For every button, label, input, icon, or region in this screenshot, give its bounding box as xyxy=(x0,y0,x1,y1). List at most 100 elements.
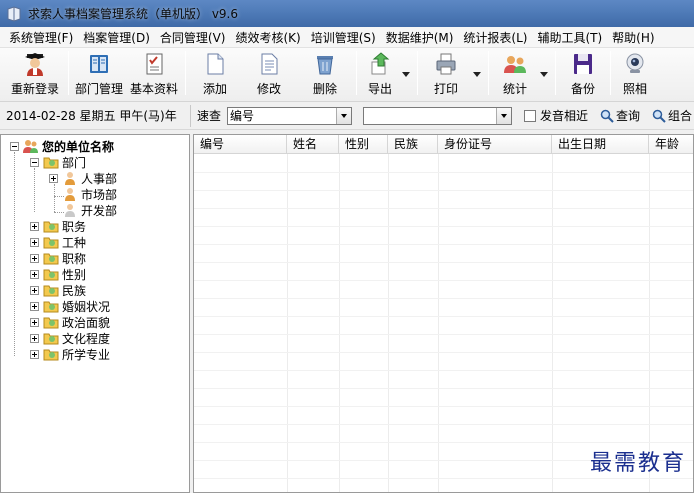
column-header[interactable]: 出生日期 xyxy=(552,135,649,154)
printer-icon xyxy=(432,51,460,77)
column-header[interactable]: 年龄 xyxy=(649,135,693,154)
folder-icon xyxy=(43,218,59,234)
trash-icon xyxy=(311,51,339,77)
tree-node-gender[interactable]: 性别 xyxy=(30,266,86,282)
users-stats-icon xyxy=(501,51,529,77)
person-icon xyxy=(62,186,78,202)
stats-button[interactable]: 统计 xyxy=(493,51,537,97)
expand-icon[interactable] xyxy=(30,349,39,359)
tree-node-worktype[interactable]: 工种 xyxy=(30,234,86,250)
folder-icon xyxy=(43,314,59,330)
menu-archive[interactable]: 档案管理(D) xyxy=(78,29,155,46)
title-bar: 求索人事档案管理系统（单机版） v9.6 xyxy=(0,0,694,27)
expand-icon[interactable] xyxy=(30,317,39,327)
book-icon xyxy=(85,51,113,77)
column-header[interactable]: 姓名 xyxy=(287,135,339,154)
folder-icon xyxy=(43,346,59,362)
folder-icon xyxy=(43,282,59,298)
menu-reports[interactable]: 统计报表(L) xyxy=(458,29,532,46)
expand-icon[interactable] xyxy=(30,301,39,311)
tree-node-education[interactable]: 文化程度 xyxy=(30,330,110,346)
toolbar: 重新登录 部门管理 基本资料 添加 修改 删除 导出 打印 统计 备份 照相 xyxy=(0,48,694,102)
column-header[interactable]: 身份证号 xyxy=(438,135,552,154)
chevron-down-icon[interactable] xyxy=(496,107,512,124)
delete-button[interactable]: 删除 xyxy=(298,51,352,97)
export-button[interactable]: 导出 xyxy=(361,51,399,97)
search-icon xyxy=(600,109,614,123)
expand-icon[interactable] xyxy=(49,173,58,183)
search-bar: 2014-02-28 星期五 甲午(马)年 速查 编号 发音相近 查询 组合 xyxy=(0,102,694,130)
print-dropdown-arrow[interactable] xyxy=(470,51,484,97)
employee-grid[interactable]: 编号 姓名 性别 民族 身份证号 出生日期 年龄 xyxy=(193,134,694,493)
tree-node-position[interactable]: 职务 xyxy=(30,218,86,234)
similar-sound-checkbox[interactable] xyxy=(524,109,537,122)
similar-sound-label: 发音相近 xyxy=(540,109,589,123)
backup-button[interactable]: 备份 xyxy=(560,51,606,97)
organization-icon xyxy=(23,138,39,154)
expand-icon[interactable] xyxy=(30,269,39,279)
expand-icon[interactable] xyxy=(30,333,39,343)
tree-node-dept-market[interactable]: 市场部 xyxy=(62,186,117,202)
export-dropdown-arrow[interactable] xyxy=(399,51,413,97)
column-header[interactable]: 性别 xyxy=(339,135,388,154)
new-document-icon xyxy=(201,51,229,77)
floppy-disk-icon xyxy=(569,51,597,77)
person-icon xyxy=(62,202,78,218)
quick-search-label: 速查 xyxy=(197,109,222,123)
folder-icon xyxy=(43,298,59,314)
stats-dropdown-arrow[interactable] xyxy=(537,51,551,97)
chevron-down-icon[interactable] xyxy=(336,107,352,124)
photo-button[interactable]: 照相 xyxy=(615,51,655,97)
tree-node-dept[interactable]: 部门 xyxy=(30,154,86,170)
menu-data-maintenance[interactable]: 数据维护(M) xyxy=(381,29,459,46)
print-button[interactable]: 打印 xyxy=(422,51,470,97)
menu-system[interactable]: 系统管理(F) xyxy=(4,29,78,46)
folder-icon xyxy=(43,330,59,346)
export-arrow-icon xyxy=(366,51,394,77)
search-field-select[interactable]: 编号 xyxy=(227,106,353,125)
org-tree: 您的单位名称 部门 人事部 市场部 开发部 职务 工种 职称 性别 民族 婚姻状况 政治面貌… xyxy=(0,134,190,493)
collapse-icon[interactable] xyxy=(30,157,39,167)
combined-query-button[interactable]: 组合 xyxy=(652,107,692,124)
folder-icon xyxy=(43,234,59,250)
folder-icon xyxy=(43,250,59,266)
person-icon xyxy=(62,170,78,186)
menu-help[interactable]: 帮助(H) xyxy=(607,29,659,46)
add-button[interactable]: 添加 xyxy=(190,51,240,97)
folder-icon xyxy=(43,154,59,170)
menu-performance[interactable]: 绩效考核(K) xyxy=(230,29,305,46)
edit-button[interactable]: 修改 xyxy=(240,51,298,97)
date-display: 2014-02-28 星期五 甲午(马)年 xyxy=(6,109,177,123)
menu-contract[interactable]: 合同管理(V) xyxy=(155,29,231,46)
app-icon xyxy=(7,5,21,22)
tree-node-dept-dev[interactable]: 开发部 xyxy=(62,202,117,218)
search-icon xyxy=(652,109,666,123)
tree-node-title[interactable]: 职称 xyxy=(30,250,86,266)
dept-manage-button[interactable]: 部门管理 xyxy=(73,51,125,97)
tree-node-ethnicity[interactable]: 民族 xyxy=(30,282,86,298)
grid-header: 编号 姓名 性别 民族 身份证号 出生日期 年龄 xyxy=(194,135,693,154)
tree-node-major[interactable]: 所学专业 xyxy=(30,346,110,362)
menu-tools[interactable]: 辅助工具(T) xyxy=(532,29,607,46)
webcam-icon xyxy=(621,51,649,77)
query-button[interactable]: 查询 xyxy=(600,107,640,124)
expand-icon[interactable] xyxy=(30,285,39,295)
basic-data-button[interactable]: 基本资料 xyxy=(127,51,181,97)
tree-node-political[interactable]: 政治面貌 xyxy=(30,314,110,330)
relogin-button[interactable]: 重新登录 xyxy=(6,51,64,97)
tree-node-marital[interactable]: 婚姻状况 xyxy=(30,298,110,314)
tree-node-dept-hr[interactable]: 人事部 xyxy=(49,170,117,186)
menu-training[interactable]: 培训管理(S) xyxy=(306,29,381,46)
expand-icon[interactable] xyxy=(30,237,39,247)
expand-icon[interactable] xyxy=(30,253,39,263)
watermark-text: 最需教育 xyxy=(589,451,686,476)
column-header[interactable]: 民族 xyxy=(388,135,438,154)
tree-root[interactable]: 您的单位名称 xyxy=(10,138,114,154)
collapse-icon[interactable] xyxy=(10,141,19,151)
edit-document-icon xyxy=(255,51,283,77)
checklist-icon xyxy=(140,51,168,77)
folder-icon xyxy=(43,266,59,282)
search-value-select[interactable] xyxy=(363,106,513,125)
column-header[interactable]: 编号 xyxy=(194,135,287,154)
expand-icon[interactable] xyxy=(30,221,39,231)
